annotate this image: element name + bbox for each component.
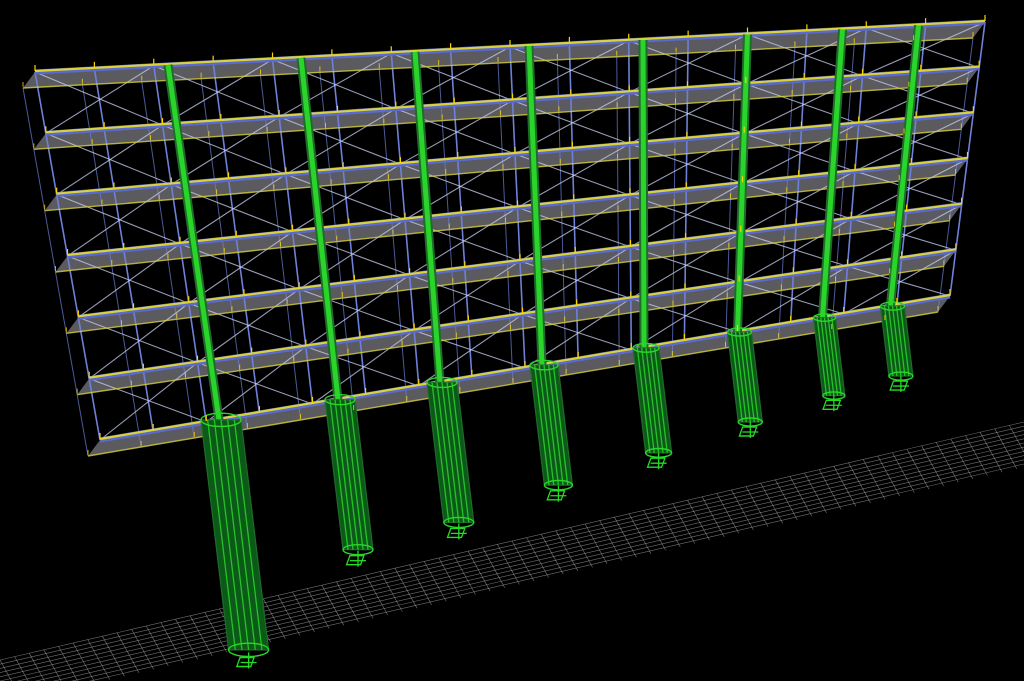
fixed-support-icon xyxy=(235,652,257,669)
grid-line xyxy=(0,434,1024,673)
grid-line xyxy=(89,463,1024,681)
fixed-support-icon xyxy=(446,523,467,540)
grid-line xyxy=(0,421,1024,661)
column xyxy=(640,39,647,348)
grid-line xyxy=(52,455,1024,681)
grid-line xyxy=(0,442,1024,681)
fixed-support-icon xyxy=(345,550,366,567)
billboard-frame-model[interactable] xyxy=(0,0,1024,681)
grid-line xyxy=(43,649,62,681)
grid-line xyxy=(16,446,1024,681)
3d-model-viewport[interactable] xyxy=(0,0,1024,681)
grid-line xyxy=(0,425,1024,665)
grid-line xyxy=(0,438,1024,678)
ground-grid xyxy=(0,421,1024,681)
grid-line xyxy=(0,430,1024,669)
